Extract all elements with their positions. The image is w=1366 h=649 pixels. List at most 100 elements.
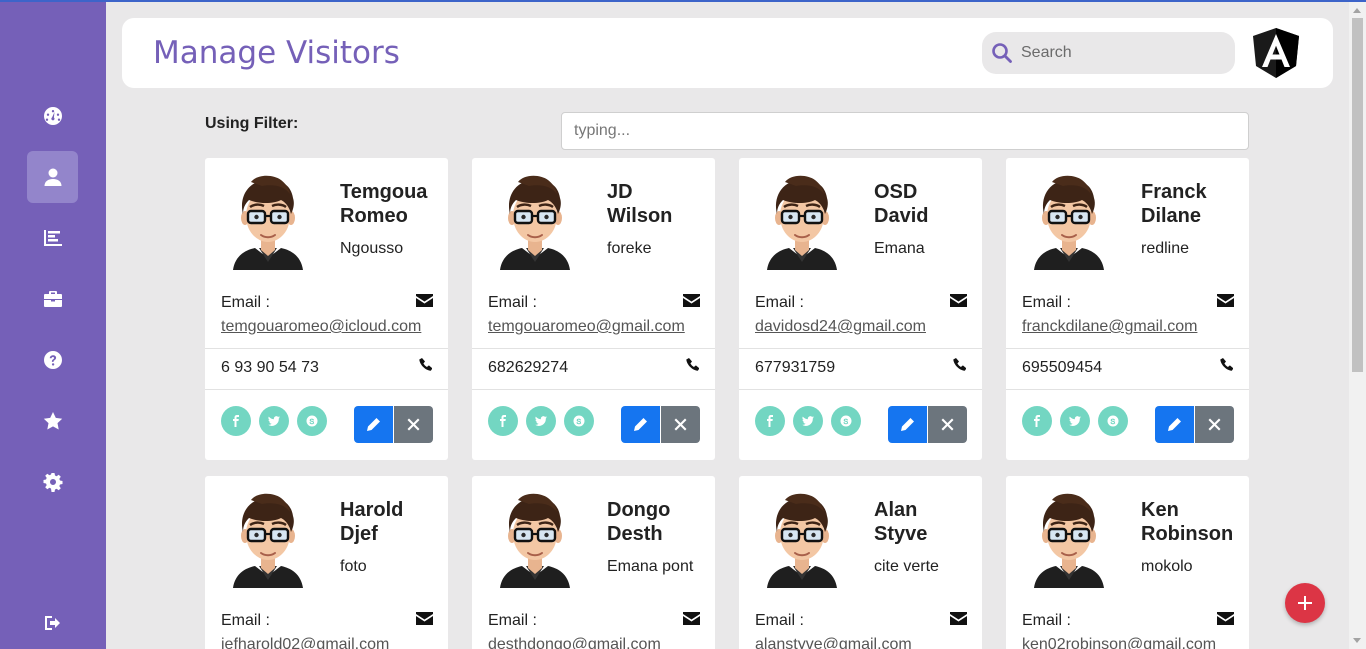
visitor-first-name: Dongo [607, 499, 671, 521]
divider [472, 389, 715, 390]
visitor-city: foreke [607, 240, 652, 257]
facebook-button[interactable] [221, 406, 251, 436]
visitor-email-link[interactable]: temgouaromeo@icloud.com [221, 318, 421, 336]
edit-button[interactable] [354, 406, 393, 443]
sidebar-item-statistics[interactable] [27, 212, 78, 264]
close-icon [407, 418, 420, 431]
twitter-button[interactable] [1060, 406, 1090, 436]
facebook-button[interactable] [755, 406, 785, 436]
skype-icon [840, 415, 852, 427]
divider [472, 348, 715, 349]
phone-icon [686, 358, 699, 371]
scroll-down-arrow[interactable] [1353, 638, 1361, 643]
skype-icon [1107, 415, 1119, 427]
edit-button[interactable] [888, 406, 927, 443]
visitor-card: Harold Djef foto Email : jefharold02@gmail.c… [205, 476, 448, 649]
envelope-icon [1217, 612, 1234, 625]
add-visitor-button[interactable] [1285, 583, 1325, 623]
envelope-icon [683, 612, 700, 625]
twitter-button[interactable] [259, 406, 289, 436]
email-label: Email : [488, 612, 537, 629]
visitor-last-name: David [874, 205, 929, 227]
visitor-card: Temgoua Romeo Ngousso Email : temgouaromeo@i… [205, 158, 448, 460]
dashboard-icon [43, 107, 62, 125]
twitter-icon [1069, 416, 1081, 426]
pencil-icon [634, 418, 647, 431]
visitor-last-name: Djef [340, 523, 378, 545]
visitor-card: Ken Robinson mokolo Email : ken02robinson@gm… [1006, 476, 1249, 649]
visitor-email-link[interactable]: ken02robinson@gmail.com [1022, 636, 1216, 649]
visitor-name: Dongo Desth [607, 498, 712, 546]
sidebar-item-favorites[interactable] [27, 395, 78, 447]
sidebar-item-settings[interactable] [27, 456, 78, 508]
facebook-button[interactable] [488, 406, 518, 436]
visitor-phone: 6 93 90 54 73 [221, 359, 319, 376]
delete-button[interactable] [928, 406, 967, 443]
skype-button[interactable] [564, 406, 594, 436]
page-title: Manage Visitors [153, 35, 400, 71]
pencil-icon [1168, 418, 1181, 431]
close-icon [1208, 418, 1221, 431]
visitor-email-link[interactable]: alanstyve@gmail.com [755, 636, 912, 649]
delete-button[interactable] [394, 406, 433, 443]
search-box[interactable] [982, 32, 1235, 74]
envelope-icon [416, 612, 433, 625]
scroll-up-arrow[interactable] [1353, 8, 1361, 13]
email-label: Email : [221, 612, 270, 629]
visitor-email-link[interactable]: davidosd24@gmail.com [755, 318, 926, 336]
visitor-first-name: Ken [1141, 499, 1179, 521]
delete-button[interactable] [1195, 406, 1234, 443]
angular-logo-icon [1253, 28, 1299, 78]
vertical-scrollbar[interactable] [1349, 2, 1366, 649]
visitor-last-name: Dilane [1141, 205, 1202, 227]
visitor-first-name: Alan [874, 499, 918, 521]
visitor-first-name: Temgoua [340, 181, 428, 203]
sidebar [0, 0, 106, 649]
facebook-icon [1034, 415, 1040, 427]
skype-button[interactable] [831, 406, 861, 436]
edit-button[interactable] [621, 406, 660, 443]
question-icon [43, 351, 62, 369]
twitter-icon [802, 416, 814, 426]
visitor-city: redline [1141, 240, 1190, 257]
visitor-first-name: Franck [1141, 181, 1207, 203]
visitor-name: JD Wilson [607, 180, 712, 228]
divider [739, 389, 982, 390]
visitor-email-link[interactable]: franckdilane@gmail.com [1022, 318, 1197, 336]
facebook-button[interactable] [1022, 406, 1052, 436]
filter-input[interactable] [561, 112, 1249, 150]
phone-icon [1220, 358, 1233, 371]
email-label: Email : [1022, 294, 1071, 311]
gear-icon [43, 473, 62, 492]
edit-button[interactable] [1155, 406, 1194, 443]
window-top-border [0, 0, 1366, 2]
sidebar-item-work[interactable] [27, 273, 78, 325]
visitor-last-name: Wilson [607, 205, 673, 227]
skype-button[interactable] [297, 406, 327, 436]
visitor-card: OSD David Emana Email : davidosd24@gmail.com… [739, 158, 982, 460]
search-icon [992, 43, 1012, 63]
visitor-phone: 695509454 [1022, 359, 1103, 376]
sidebar-item-logout[interactable] [27, 597, 78, 649]
facebook-icon [767, 415, 773, 427]
visitor-name: Temgoua Romeo [340, 180, 445, 228]
delete-button[interactable] [661, 406, 700, 443]
visitor-city: mokolo [1141, 558, 1193, 575]
scrollbar-thumb[interactable] [1352, 18, 1363, 372]
visitor-city: cite verte [874, 558, 939, 575]
sidebar-item-visitors[interactable] [27, 151, 78, 203]
visitor-email-link[interactable]: desthdongo@gmail.com [488, 636, 661, 649]
visitor-avatar [498, 174, 572, 270]
sidebar-item-dashboard[interactable] [27, 90, 78, 142]
user-avatar[interactable] [1251, 27, 1301, 79]
visitor-last-name: Robinson [1141, 523, 1234, 545]
visitor-email-link[interactable]: temgouaromeo@gmail.com [488, 318, 685, 336]
visitor-email-link[interactable]: jefharold02@gmail.com [221, 636, 389, 649]
divider [205, 389, 448, 390]
logout-icon [44, 616, 60, 630]
twitter-button[interactable] [793, 406, 823, 436]
skype-button[interactable] [1098, 406, 1128, 436]
sidebar-item-help[interactable] [27, 334, 78, 386]
search-input[interactable] [1021, 44, 1221, 62]
twitter-button[interactable] [526, 406, 556, 436]
